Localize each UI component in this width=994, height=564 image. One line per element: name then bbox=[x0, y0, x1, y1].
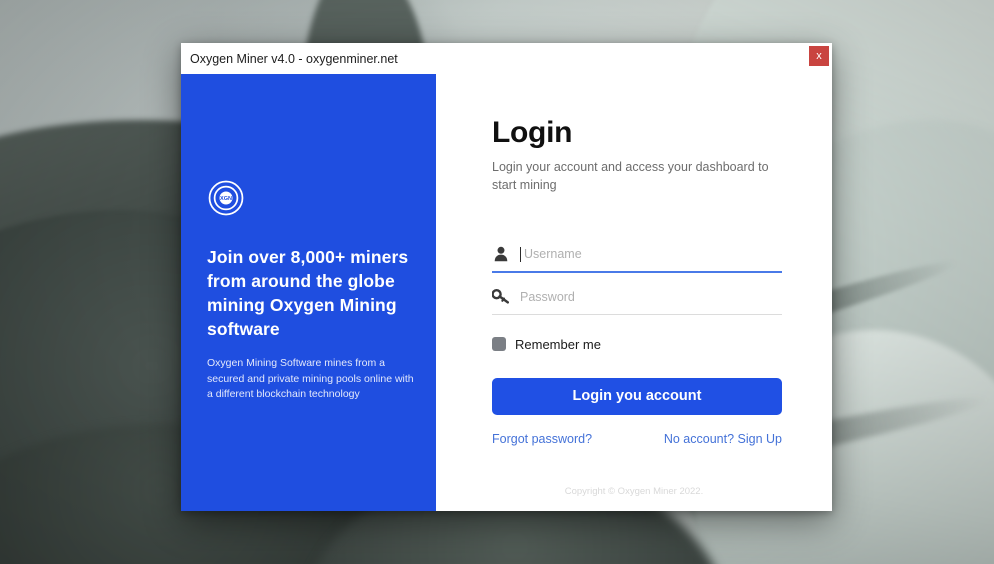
form-links: Forgot password? No account? Sign Up bbox=[492, 432, 782, 446]
remember-me-checkbox[interactable] bbox=[492, 337, 506, 351]
login-form-panel: Login Login your account and access your… bbox=[436, 74, 832, 511]
login-form: Login Login your account and access your… bbox=[492, 116, 782, 446]
text-cursor bbox=[520, 246, 521, 262]
window-body: XGN Join over 8,000+ miners from around … bbox=[181, 74, 832, 511]
key-icon bbox=[492, 287, 509, 306]
close-icon[interactable]: x bbox=[809, 46, 829, 66]
application-window: Oxygen Miner v4.0 - oxygenminer.net x XG… bbox=[181, 43, 832, 511]
remember-me-row[interactable]: Remember me bbox=[492, 337, 782, 352]
remember-me-label: Remember me bbox=[515, 336, 601, 352]
copyright-text: Copyright © Oxygen Miner 2022. bbox=[564, 486, 704, 497]
sign-up-link[interactable]: No account? Sign Up bbox=[664, 432, 782, 446]
desktop-background: Oxygen Miner v4.0 - oxygenminer.net x XG… bbox=[0, 0, 994, 564]
window-title-bar[interactable]: Oxygen Miner v4.0 - oxygenminer.net x bbox=[181, 43, 832, 74]
brand-logo-icon: XGN bbox=[207, 179, 245, 217]
user-icon bbox=[492, 245, 509, 264]
brand-logo-text: XGN bbox=[220, 196, 232, 202]
promo-description: Oxygen Mining Software mines from a secu… bbox=[207, 356, 414, 401]
window-title: Oxygen Miner v4.0 - oxygenminer.net bbox=[190, 51, 398, 66]
password-placeholder: Password bbox=[520, 289, 575, 304]
username-input[interactable]: Username bbox=[492, 240, 782, 273]
promo-panel: XGN Join over 8,000+ miners from around … bbox=[181, 74, 436, 511]
page-subtitle: Login your account and access your dashb… bbox=[492, 160, 769, 192]
login-button[interactable]: Login you account bbox=[492, 377, 782, 415]
page-title: Login bbox=[492, 116, 573, 149]
username-placeholder: Username bbox=[524, 247, 582, 261]
promo-headline: Join over 8,000+ miners from around the … bbox=[207, 247, 409, 340]
forgot-password-link[interactable]: Forgot password? bbox=[492, 432, 592, 446]
password-input[interactable]: Password bbox=[492, 282, 782, 315]
promo-content: XGN Join over 8,000+ miners from around … bbox=[207, 179, 414, 403]
